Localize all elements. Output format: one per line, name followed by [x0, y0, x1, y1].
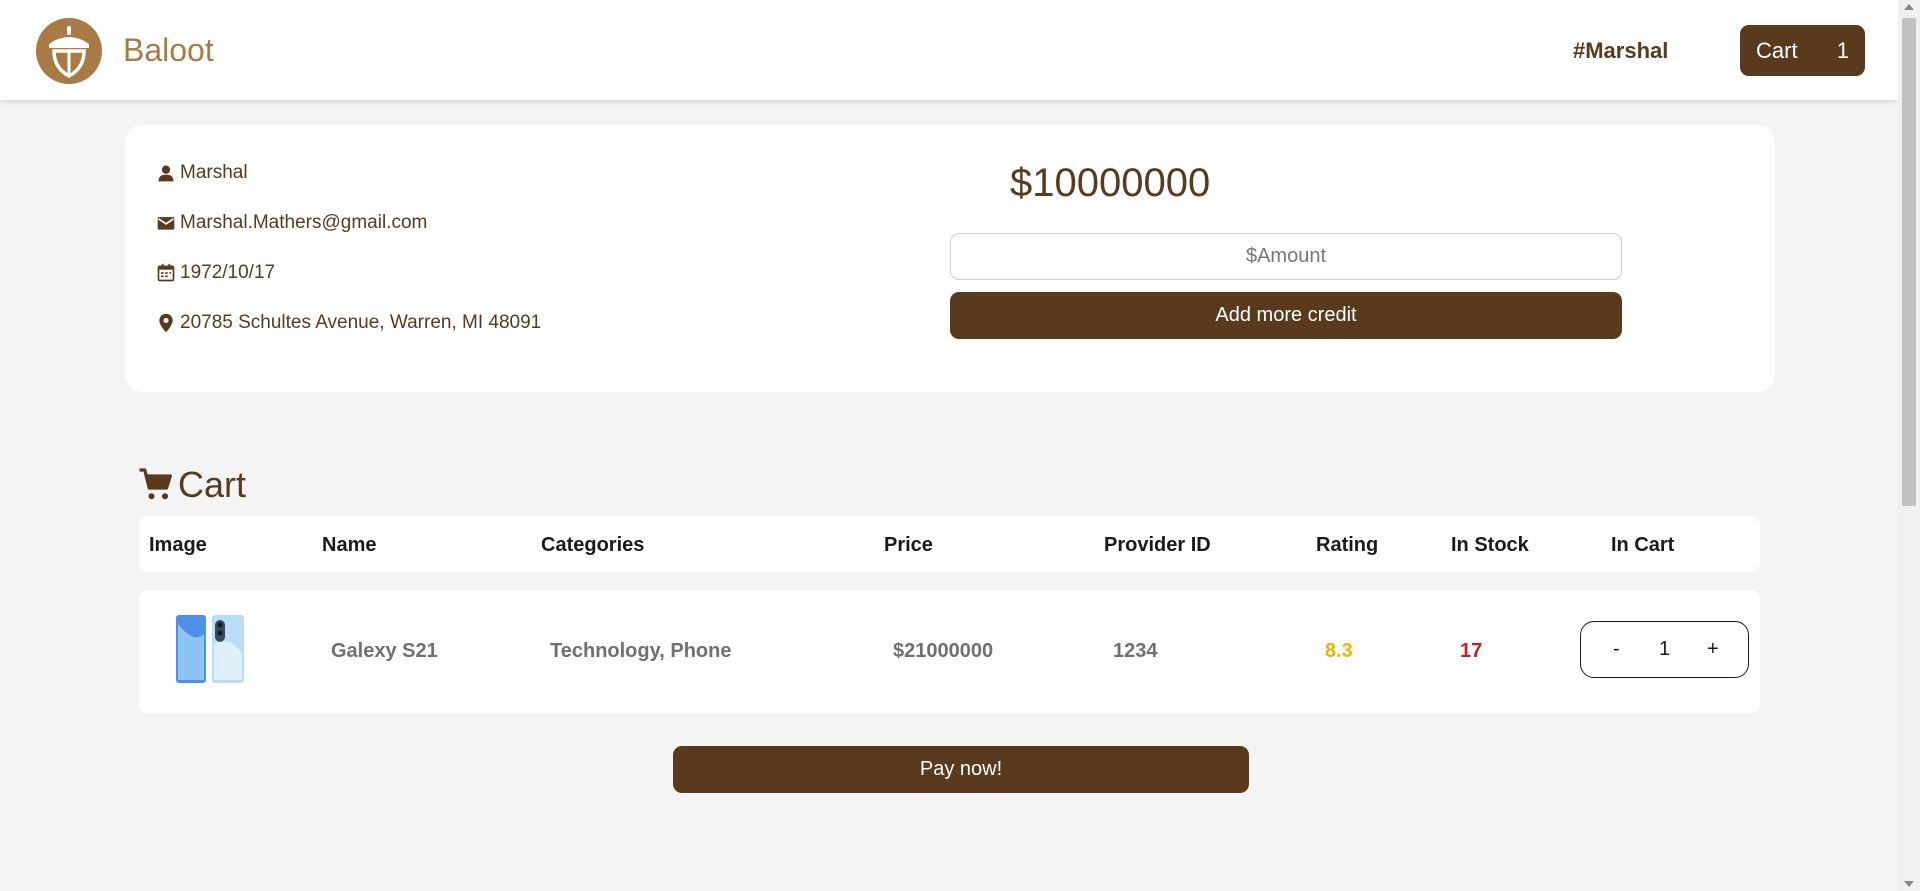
profile-address-row: 20785 Schultes Avenue, Warren, MI 48091 — [156, 312, 541, 334]
product-rating: 8.3 — [1325, 640, 1353, 662]
product-image[interactable] — [174, 614, 246, 686]
column-header-in-cart: In Cart — [1611, 534, 1675, 556]
calendar-icon — [157, 263, 175, 282]
location-pin-icon — [159, 313, 173, 333]
product-provider-id[interactable]: 1234 — [1113, 640, 1158, 663]
cart-section-title: Cart — [138, 464, 246, 506]
profile-username: Marshal — [180, 162, 248, 183]
username-link[interactable]: #Marshal — [1573, 38, 1668, 64]
profile-address: 20785 Schultes Avenue, Warren, MI 48091 — [180, 312, 542, 333]
cart-button-label: Cart — [1756, 38, 1798, 63]
profile-email-row: Marshal.Mathers@gmail.com — [156, 212, 427, 234]
mail-icon — [157, 217, 175, 230]
quantity-value: 1 — [1659, 638, 1671, 660]
credit-balance: $10000000 — [1010, 161, 1211, 205]
brand-name[interactable]: Baloot — [123, 32, 214, 69]
product-name[interactable]: Galexy S21 — [331, 640, 438, 663]
amount-input[interactable] — [950, 233, 1622, 280]
profile-card: Marshal Marshal.Mathers@gmail.com 1972/1… — [125, 125, 1775, 392]
add-credit-button[interactable]: Add more credit — [950, 292, 1622, 339]
cart-title-label: Cart — [178, 464, 247, 505]
column-header-in-stock: In Stock — [1451, 534, 1529, 556]
cart-count: 1 — [1836, 38, 1849, 63]
product-price: $21000000 — [893, 640, 994, 662]
column-header-rating: Rating — [1316, 534, 1379, 556]
profile-email: Marshal.Mathers@gmail.com — [180, 212, 428, 233]
product-categories: Technology, Phone — [550, 640, 732, 662]
cart-table-header: Image Name Categories Price Provider ID … — [139, 516, 1760, 572]
column-header-price: Price — [884, 534, 933, 556]
person-icon — [158, 165, 174, 182]
profile-birth-date: 1972/10/17 — [180, 262, 276, 283]
table-row: Galexy S21 Technology, Phone $21000000 1… — [139, 590, 1760, 713]
column-header-provider-id: Provider ID — [1104, 534, 1211, 556]
scroll-thumb[interactable] — [1902, 18, 1916, 506]
vertical-scrollbar[interactable] — [1898, 0, 1920, 891]
scroll-up-arrow-icon[interactable] — [1904, 4, 1914, 10]
scroll-down-arrow-icon[interactable] — [1904, 881, 1914, 887]
column-header-name: Name — [322, 534, 377, 556]
shopping-cart-icon — [139, 468, 172, 500]
quantity-stepper: - 1 + — [1580, 621, 1749, 678]
decrease-quantity-button[interactable]: - — [1613, 638, 1620, 661]
pay-now-button[interactable]: Pay now! — [673, 746, 1249, 793]
increase-quantity-button[interactable]: + — [1707, 638, 1719, 661]
column-header-image: Image — [149, 534, 207, 556]
profile-birthdate-row: 1972/10/17 — [156, 262, 275, 284]
column-header-categories: Categories — [541, 534, 645, 556]
profile-username-row: Marshal — [156, 162, 248, 184]
product-in-stock: 17 — [1460, 640, 1483, 662]
acorn-logo-icon[interactable] — [34, 18, 104, 84]
cart-button[interactable]: Cart 1 — [1740, 25, 1865, 76]
navbar: Baloot #Marshal Cart 1 — [0, 0, 1898, 100]
